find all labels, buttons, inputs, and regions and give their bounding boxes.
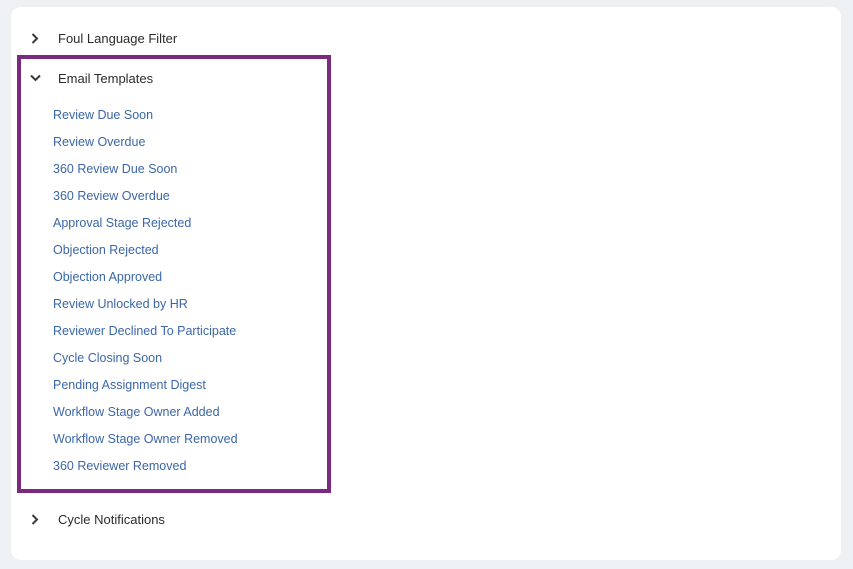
template-link-review-unlocked-by-hr[interactable]: Review Unlocked by HR xyxy=(53,297,188,311)
template-link-workflow-stage-owner-removed[interactable]: Workflow Stage Owner Removed xyxy=(53,432,238,446)
list-item: Reviewer Declined To Participate xyxy=(53,318,238,345)
list-item: 360 Review Overdue xyxy=(53,183,238,210)
settings-card: Foul Language Filter Email Templates Rev… xyxy=(11,7,841,560)
list-item: Cycle Closing Soon xyxy=(53,345,238,372)
cycle-notifications-toggle[interactable]: Cycle Notifications xyxy=(29,509,165,529)
template-link-360-review-due-soon[interactable]: 360 Review Due Soon xyxy=(53,162,177,176)
list-item: Review Overdue xyxy=(53,129,238,156)
list-item: Objection Rejected xyxy=(53,237,238,264)
email-template-list: Review Due Soon Review Overdue 360 Revie… xyxy=(53,102,238,480)
template-link-reviewer-declined[interactable]: Reviewer Declined To Participate xyxy=(53,324,236,338)
foul-language-filter-toggle[interactable]: Foul Language Filter xyxy=(29,28,177,48)
template-link-360-reviewer-removed[interactable]: 360 Reviewer Removed xyxy=(53,459,186,473)
email-templates-panel: Email Templates Review Due Soon Review O… xyxy=(17,55,331,493)
list-item: Workflow Stage Owner Removed xyxy=(53,426,238,453)
chevron-right-icon xyxy=(29,513,41,525)
email-templates-toggle[interactable]: Email Templates xyxy=(29,68,153,88)
list-item: 360 Review Due Soon xyxy=(53,156,238,183)
list-item: Objection Approved xyxy=(53,264,238,291)
email-templates-label: Email Templates xyxy=(58,70,154,86)
template-link-objection-rejected[interactable]: Objection Rejected xyxy=(53,243,159,257)
list-item: Review Due Soon xyxy=(53,102,238,129)
foul-language-filter-label: Foul Language Filter xyxy=(58,30,178,46)
template-link-360-review-overdue[interactable]: 360 Review Overdue xyxy=(53,189,170,203)
list-item: Review Unlocked by HR xyxy=(53,291,238,318)
chevron-right-icon xyxy=(29,32,41,44)
chevron-down-icon xyxy=(29,72,41,84)
template-link-approval-stage-rejected[interactable]: Approval Stage Rejected xyxy=(53,216,191,230)
list-item: Approval Stage Rejected xyxy=(53,210,238,237)
template-link-pending-assignment-digest[interactable]: Pending Assignment Digest xyxy=(53,378,206,392)
list-item: Pending Assignment Digest xyxy=(53,372,238,399)
template-link-workflow-stage-owner-added[interactable]: Workflow Stage Owner Added xyxy=(53,405,220,419)
list-item: Workflow Stage Owner Added xyxy=(53,399,238,426)
template-link-review-due-soon[interactable]: Review Due Soon xyxy=(53,108,153,122)
template-link-cycle-closing-soon[interactable]: Cycle Closing Soon xyxy=(53,351,162,365)
cycle-notifications-label: Cycle Notifications xyxy=(58,511,165,527)
template-link-objection-approved[interactable]: Objection Approved xyxy=(53,270,162,284)
list-item: 360 Reviewer Removed xyxy=(53,453,238,480)
template-link-review-overdue[interactable]: Review Overdue xyxy=(53,135,145,149)
